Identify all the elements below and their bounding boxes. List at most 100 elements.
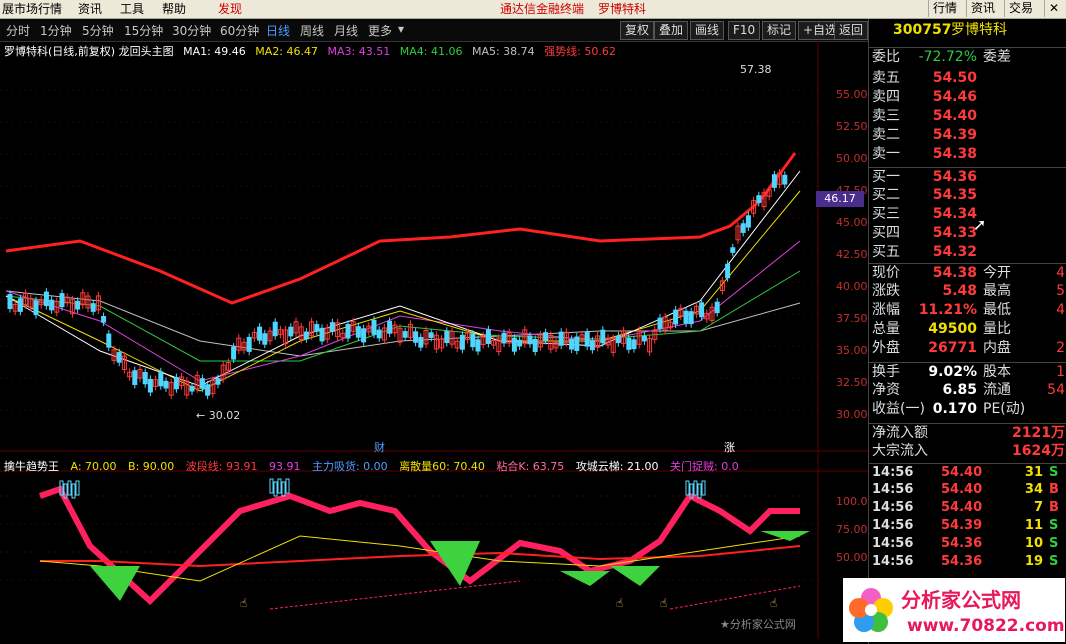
bid-label: 买二 [872,187,900,203]
candle-body [345,324,351,339]
candle-body [132,370,138,385]
ask-price: 54.46 [932,89,977,105]
candle-body [673,309,679,325]
candle-body [142,371,148,385]
period-weekly[interactable]: 周线 [300,22,324,39]
volume-bar [685,480,690,496]
menu-tools[interactable]: 工具 [120,1,144,17]
period-30min[interactable]: 30分钟 [172,22,211,39]
period-60min[interactable]: 60分钟 [220,22,259,39]
stat-label2: PE(动) [983,401,1026,417]
weicha-label: 委差 [983,49,1011,65]
candle-body [501,332,507,344]
bid-row[interactable]: 买二 54.35 [869,186,1066,205]
btn-f10[interactable]: F10 [728,21,761,40]
stat-label2: 最高 [983,283,1011,299]
menu-market[interactable]: 展市场行情 [2,1,62,17]
period-more[interactable]: 更多 [368,22,392,39]
ask-row[interactable]: 卖四 54.46 [869,88,1066,107]
stat-value: 11.21% [918,302,977,318]
menu-bar: 展市场行情 资讯 工具 帮助 发现 通达信金融终端 罗博特科 行情 资讯 交易 … [0,0,1066,19]
ask-label: 卖五 [872,70,900,86]
price-tick: 30.00 [836,408,868,421]
indicator-name: 擒牛趋势王 [4,460,59,473]
stat-value2: 4 [1056,265,1065,281]
candle-body [444,330,450,344]
period-1min[interactable]: 1分钟 [40,22,72,39]
btn-mark[interactable]: 标记 [762,21,797,40]
candle-body [90,303,96,312]
indicator-tick: 50.00 [836,551,868,564]
chevron-down-icon[interactable]: ▾ [398,22,404,36]
trade-time: 14:56 [872,482,914,497]
menu-help[interactable]: 帮助 [162,1,186,17]
trade-time: 14:56 [872,500,914,515]
hand-icon: ☝ [770,596,777,610]
ask-row[interactable]: 卖三 54.40 [869,107,1066,126]
bid-row[interactable]: 买一 54.36 [869,167,1066,187]
stock-code: 300757 [893,22,952,38]
flow-value: 2121万 [1012,425,1065,441]
btn-info[interactable]: 资讯 [966,0,999,17]
ask-row[interactable]: 卖二 54.39 [869,126,1066,145]
stat-value2: 4 [1056,302,1065,318]
menu-discover[interactable]: 发现 [218,1,242,17]
bid-row[interactable]: 买五 54.32 [869,243,1066,262]
bid-price: 54.34 [932,206,977,222]
candle-body [771,174,777,188]
trade-time: 14:56 [872,465,914,480]
stat-label: 收益(一) [872,401,925,417]
candle-body [558,331,564,346]
candle-body [517,339,523,347]
menu-news[interactable]: 资讯 [78,1,102,17]
btn-trade[interactable]: 交易 [1004,0,1037,17]
btn-overlay[interactable]: 叠加 [654,21,689,40]
stat-value: 26771 [928,340,977,356]
green-fill [610,566,660,586]
period-15min[interactable]: 15分钟 [124,22,163,39]
ladder-line [269,580,521,610]
period-daily[interactable]: 日线 [266,22,290,39]
btn-quotes[interactable]: 行情 [928,0,961,17]
candle-body [782,174,788,185]
bid-label: 买三 [872,206,900,222]
candle-body [314,324,320,332]
wave-band [39,485,800,606]
candle-body [485,329,491,344]
ask-row[interactable]: 卖一 54.38 [869,145,1066,164]
trade-time: 14:56 [872,536,914,551]
candle-body [17,298,23,312]
kline-chart[interactable]: 57.38 ← 30.02 财 涨 ☝ ☝ ☝ ☝ [0,41,868,641]
stat-label: 外盘 [872,340,900,356]
close-icon[interactable]: ✕ [1044,0,1066,17]
btn-back[interactable]: 返回 [834,21,868,40]
candle-body [714,301,720,314]
candle-body [569,338,575,350]
bid-row[interactable]: 买三 54.34 [869,205,1066,224]
stat-label: 净资 [872,382,900,398]
ask-price: 54.40 [932,108,977,124]
period-5min[interactable]: 5分钟 [82,22,114,39]
period-timeshare[interactable]: 分时 [6,22,30,39]
bid-price: 54.33 [932,225,977,241]
trade-row: 14:56 54.36 10 S [869,535,1066,553]
flow-row: 净流入额 2121万 [869,423,1066,443]
indicator-wave2: 93.91 [268,460,301,473]
indicator-b: B: 90.00 [128,460,175,473]
period-monthly[interactable]: 月线 [334,22,358,39]
stat-row: 总量 49500 量比 [869,320,1066,339]
ask-price: 54.50 [932,70,977,86]
bid-row[interactable]: 买四 54.33 [869,224,1066,243]
trade-volume: 11 [1024,518,1043,533]
btn-adjust[interactable]: 复权 [620,21,655,40]
stat-label2: 今开 [983,265,1011,281]
trade-volume: 34 [1024,482,1043,497]
btn-draw[interactable]: 画线 [690,21,725,40]
indicator-tick: 75.00 [836,523,868,536]
ask-row[interactable]: 卖五 54.50 [869,69,1066,88]
trade-row: 14:56 54.39 11 S [869,517,1066,535]
candle-body [43,291,49,307]
candle-body [75,300,81,310]
stat-label: 涨跌 [872,283,900,299]
stat-value2: 2 [1056,340,1065,356]
